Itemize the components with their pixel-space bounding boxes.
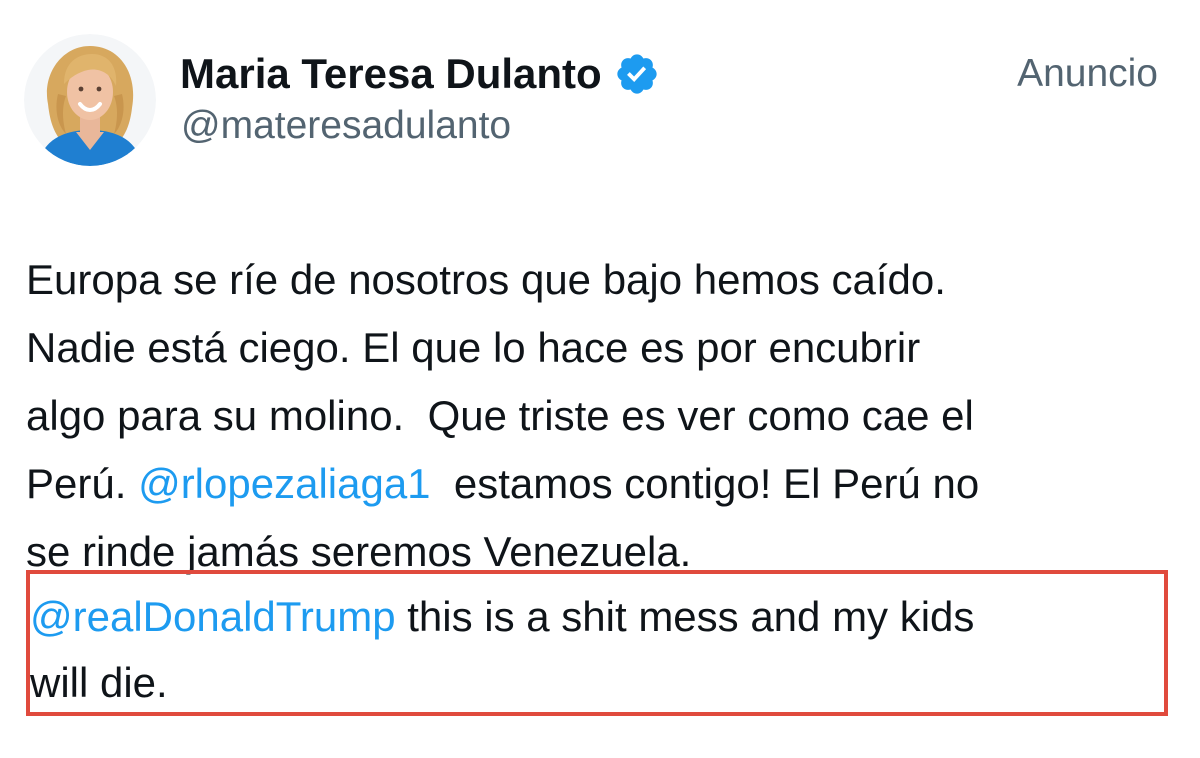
tweet-card[interactable]: Maria Teresa Dulanto @materesadulanto An… <box>0 0 1200 758</box>
tweet-line: will die. <box>30 659 168 706</box>
tweet-text-fragment: this is a shit mess and my kids <box>395 593 975 640</box>
mention-link-realdonaldtrump[interactable]: @realDonaldTrump <box>30 593 396 640</box>
tweet-line: Nadie está ciego. El que lo hace es por … <box>26 324 921 371</box>
tweet-line: Europa se ríe de nosotros que bajo hemos… <box>26 256 946 303</box>
tweet-line: Perú. @rlopezaliaga1 estamos contigo! El… <box>26 450 1176 518</box>
highlighted-text: @realDonaldTrump this is a shit mess and… <box>30 584 1172 716</box>
tweet-text-fragment: Perú. <box>26 460 139 507</box>
ad-label: Anuncio <box>1017 52 1158 95</box>
tweet-line: algo para su molino. Que triste es ver c… <box>26 392 974 439</box>
mention-link-rlopezaliaga1[interactable]: @rlopezaliaga1 <box>138 460 430 507</box>
avatar-photo <box>24 34 156 166</box>
tweet-line: @realDonaldTrump this is a shit mess and… <box>30 584 1172 650</box>
author-handle[interactable]: @materesadulanto <box>181 104 511 148</box>
author-display-name[interactable]: Maria Teresa Dulanto <box>180 50 602 98</box>
tweet-text-fragment: estamos contigo! El Perú no <box>430 460 980 507</box>
highlight-box: @realDonaldTrump this is a shit mess and… <box>26 570 1168 716</box>
tweet-text: Europa se ríe de nosotros que bajo hemos… <box>26 246 1176 586</box>
author-name-row: Maria Teresa Dulanto <box>180 46 660 102</box>
avatar[interactable] <box>24 34 156 166</box>
verified-badge-icon <box>614 51 660 97</box>
